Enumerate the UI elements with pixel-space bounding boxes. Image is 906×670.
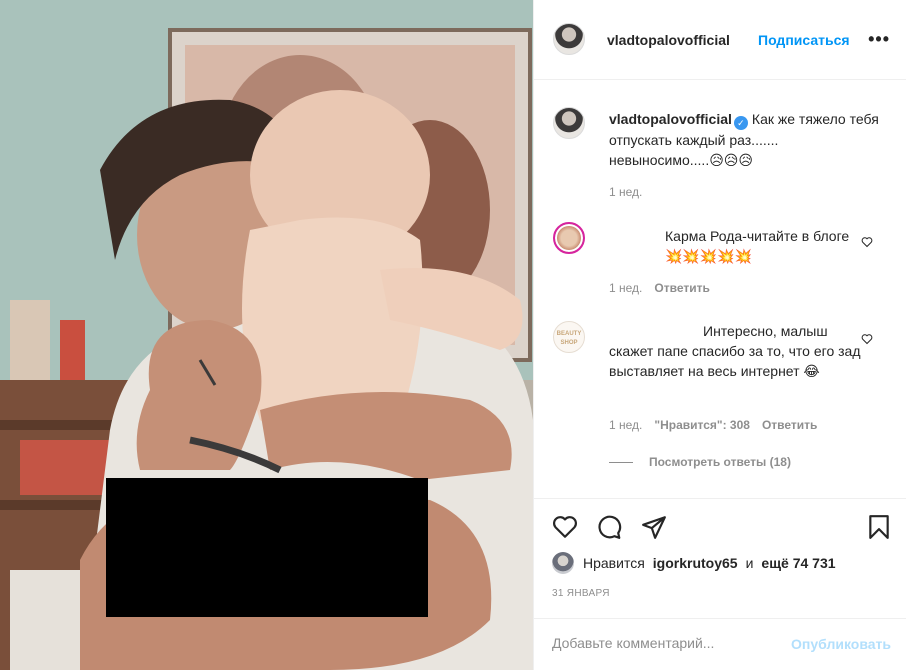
reply-button[interactable]: Ответить — [654, 281, 709, 295]
commenter-avatar[interactable] — [553, 222, 585, 254]
view-replies-button[interactable]: Посмотреть ответы (18) — [609, 455, 791, 469]
reply-button[interactable]: Ответить — [762, 418, 817, 432]
comment-like-heart-icon[interactable] — [861, 333, 873, 345]
caption-time[interactable]: 1 нед. — [609, 185, 642, 199]
likes-prefix: Нравится — [583, 555, 645, 571]
caption-avatar[interactable] — [553, 107, 585, 139]
comment-likes-count[interactable]: "Нравится": 308 — [654, 418, 750, 432]
comment-icon[interactable] — [596, 514, 622, 540]
more-options-icon[interactable]: ••• — [868, 30, 890, 48]
post-date[interactable]: 31 ЯНВАРЯ — [552, 588, 610, 599]
comment-time[interactable]: 1 нед. — [609, 418, 642, 432]
comments-section[interactable]: vladtopalovofficial ✓ Как же тяжело тебя о… — [534, 81, 906, 497]
share-icon[interactable] — [641, 514, 667, 540]
likes-and: и — [745, 555, 754, 571]
bookmark-icon[interactable] — [866, 514, 892, 540]
comment-like-heart-icon[interactable] — [861, 236, 873, 248]
comment-text: Интересно, малыш скажет папе спасибо за … — [609, 323, 861, 379]
commenter-avatar[interactable]: BEAUTY SHOP — [553, 321, 585, 353]
comment-input[interactable] — [552, 635, 782, 651]
post-side-panel: vladtopalovofficial Подписаться ••• vlad… — [533, 0, 906, 670]
comment-meta: 1 нед. Ответить — [609, 281, 722, 295]
liker-username[interactable]: igorkrutoy65 — [653, 555, 738, 571]
liker-avatar[interactable] — [552, 552, 574, 574]
publish-button[interactable]: Опубликовать — [791, 636, 891, 652]
replies-divider — [609, 462, 633, 464]
author-username[interactable]: vladtopalovofficial — [607, 32, 730, 48]
verified-badge-icon: ✓ — [733, 116, 748, 130]
post-header: vladtopalovofficial Подписаться ••• — [534, 0, 906, 80]
follow-button[interactable]: Подписаться — [758, 32, 850, 48]
comment-time[interactable]: 1 нед. — [609, 281, 642, 295]
post-photo[interactable] — [0, 0, 533, 670]
censor-bar — [106, 478, 428, 617]
likes-summary[interactable]: Нравится igorkrutoy65 и ещё 74 731 — [552, 552, 836, 574]
view-replies-label: Посмотреть ответы (18) — [649, 455, 791, 469]
author-avatar[interactable] — [553, 23, 585, 55]
caption-text-block: vladtopalovofficial ✓ Как же тяжело тебя о… — [609, 109, 879, 170]
add-comment-bar: Опубликовать — [534, 618, 906, 670]
caption-username[interactable]: vladtopalovofficial — [609, 111, 732, 127]
comment-text: Карма Рода-читайте в блоге💥💥💥💥💥 — [665, 228, 850, 264]
likes-count[interactable]: ещё 74 731 — [761, 555, 835, 571]
caption-meta: 1 нед. — [609, 185, 654, 199]
post-actions: Нравится igorkrutoy65 и ещё 74 731 31 ЯН… — [534, 498, 906, 618]
heart-icon[interactable] — [552, 514, 578, 540]
comment-meta: 1 нед. "Нравится": 308 Ответить — [609, 418, 829, 432]
